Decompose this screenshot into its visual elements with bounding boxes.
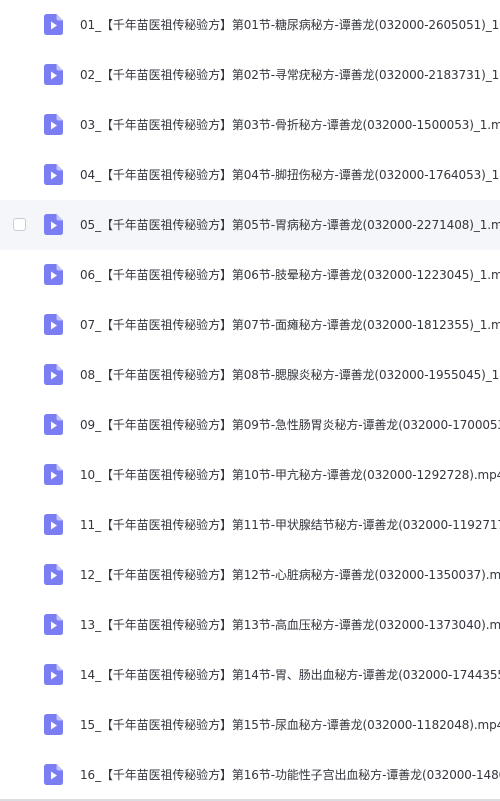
video-file-icon (44, 214, 63, 235)
file-name: 01_【千年苗医祖传秘验方】第01节-糖尿病秘方-谭善龙(032000-2605… (80, 18, 500, 32)
video-file-icon (44, 514, 63, 535)
row-checkbox[interactable] (13, 218, 26, 231)
file-row[interactable]: 08_【千年苗医祖传秘验方】第08节-腮腺炎秘方-谭善龙(032000-1955… (0, 350, 500, 400)
video-file-icon (44, 114, 63, 135)
file-name: 14_【千年苗医祖传秘验方】第14节-胃、肠出血秘方-谭善龙(032000-17… (80, 668, 500, 682)
file-row[interactable]: 16_【千年苗医祖传秘验方】第16节-功能性子宫出血秘方-谭善龙(032000-… (0, 750, 500, 800)
file-name: 09_【千年苗医祖传秘验方】第09节-急性肠胃炎秘方-谭善龙(032000-17… (80, 418, 500, 432)
file-name: 16_【千年苗医祖传秘验方】第16节-功能性子宫出血秘方-谭善龙(032000-… (80, 768, 500, 782)
file-row[interactable]: 12_【千年苗医祖传秘验方】第12节-心脏病秘方-谭善龙(032000-1350… (0, 550, 500, 600)
file-name: 06_【千年苗医祖传秘验方】第06节-肢晕秘方-谭善龙(032000-12230… (80, 268, 500, 282)
video-file-icon (44, 14, 63, 35)
file-row[interactable]: 02_【千年苗医祖传秘验方】第02节-寻常疣秘方-谭善龙(032000-2183… (0, 50, 500, 100)
video-file-icon (44, 764, 63, 785)
file-name: 12_【千年苗医祖传秘验方】第12节-心脏病秘方-谭善龙(032000-1350… (80, 568, 500, 582)
file-row[interactable]: 05_【千年苗医祖传秘验方】第05节-胃病秘方-谭善龙(032000-22714… (0, 200, 500, 250)
file-row[interactable]: 10_【千年苗医祖传秘验方】第10节-甲亢秘方-谭善龙(032000-12927… (0, 450, 500, 500)
file-row[interactable]: 14_【千年苗医祖传秘验方】第14节-胃、肠出血秘方-谭善龙(032000-17… (0, 650, 500, 700)
file-row[interactable]: 03_【千年苗医祖传秘验方】第03节-骨折秘方-谭善龙(032000-15000… (0, 100, 500, 150)
file-name: 03_【千年苗医祖传秘验方】第03节-骨折秘方-谭善龙(032000-15000… (80, 118, 500, 132)
video-file-icon (44, 714, 63, 735)
video-file-icon (44, 164, 63, 185)
video-file-icon (44, 264, 63, 285)
video-file-icon (44, 64, 63, 85)
video-file-icon (44, 364, 63, 385)
file-name: 07_【千年苗医祖传秘验方】第07节-面瘫秘方-谭善龙(032000-18123… (80, 318, 500, 332)
file-row[interactable]: 04_【千年苗医祖传秘验方】第04节-脚扭伤秘方-谭善龙(032000-1764… (0, 150, 500, 200)
video-file-icon (44, 664, 63, 685)
video-file-icon (44, 614, 63, 635)
file-row[interactable]: 01_【千年苗医祖传秘验方】第01节-糖尿病秘方-谭善龙(032000-2605… (0, 0, 500, 50)
video-file-icon (44, 414, 63, 435)
file-name: 10_【千年苗医祖传秘验方】第10节-甲亢秘方-谭善龙(032000-12927… (80, 468, 500, 482)
video-file-icon (44, 314, 63, 335)
file-name: 05_【千年苗医祖传秘验方】第05节-胃病秘方-谭善龙(032000-22714… (80, 218, 500, 232)
file-name: 04_【千年苗医祖传秘验方】第04节-脚扭伤秘方-谭善龙(032000-1764… (80, 168, 500, 182)
video-file-icon (44, 564, 63, 585)
file-row[interactable]: 07_【千年苗医祖传秘验方】第07节-面瘫秘方-谭善龙(032000-18123… (0, 300, 500, 350)
file-row[interactable]: 13_【千年苗医祖传秘验方】第13节-高血压秘方-谭善龙(032000-1373… (0, 600, 500, 650)
file-row[interactable]: 09_【千年苗医祖传秘验方】第09节-急性肠胃炎秘方-谭善龙(032000-17… (0, 400, 500, 450)
file-row[interactable]: 15_【千年苗医祖传秘验方】第15节-尿血秘方-谭善龙(032000-11820… (0, 700, 500, 750)
file-name: 02_【千年苗医祖传秘验方】第02节-寻常疣秘方-谭善龙(032000-2183… (80, 68, 500, 82)
file-name: 15_【千年苗医祖传秘验方】第15节-尿血秘方-谭善龙(032000-11820… (80, 718, 500, 732)
file-name: 13_【千年苗医祖传秘验方】第13节-高血压秘方-谭善龙(032000-1373… (80, 618, 500, 632)
file-name: 11_【千年苗医祖传秘验方】第11节-甲状腺结节秘方-谭善龙(032000-11… (80, 518, 500, 532)
file-row[interactable]: 11_【千年苗医祖传秘验方】第11节-甲状腺结节秘方-谭善龙(032000-11… (0, 500, 500, 550)
video-file-icon (44, 464, 63, 485)
file-row[interactable]: 06_【千年苗医祖传秘验方】第06节-肢晕秘方-谭善龙(032000-12230… (0, 250, 500, 300)
file-list: 01_【千年苗医祖传秘验方】第01节-糖尿病秘方-谭善龙(032000-2605… (0, 0, 500, 800)
file-name: 08_【千年苗医祖传秘验方】第08节-腮腺炎秘方-谭善龙(032000-1955… (80, 368, 500, 382)
